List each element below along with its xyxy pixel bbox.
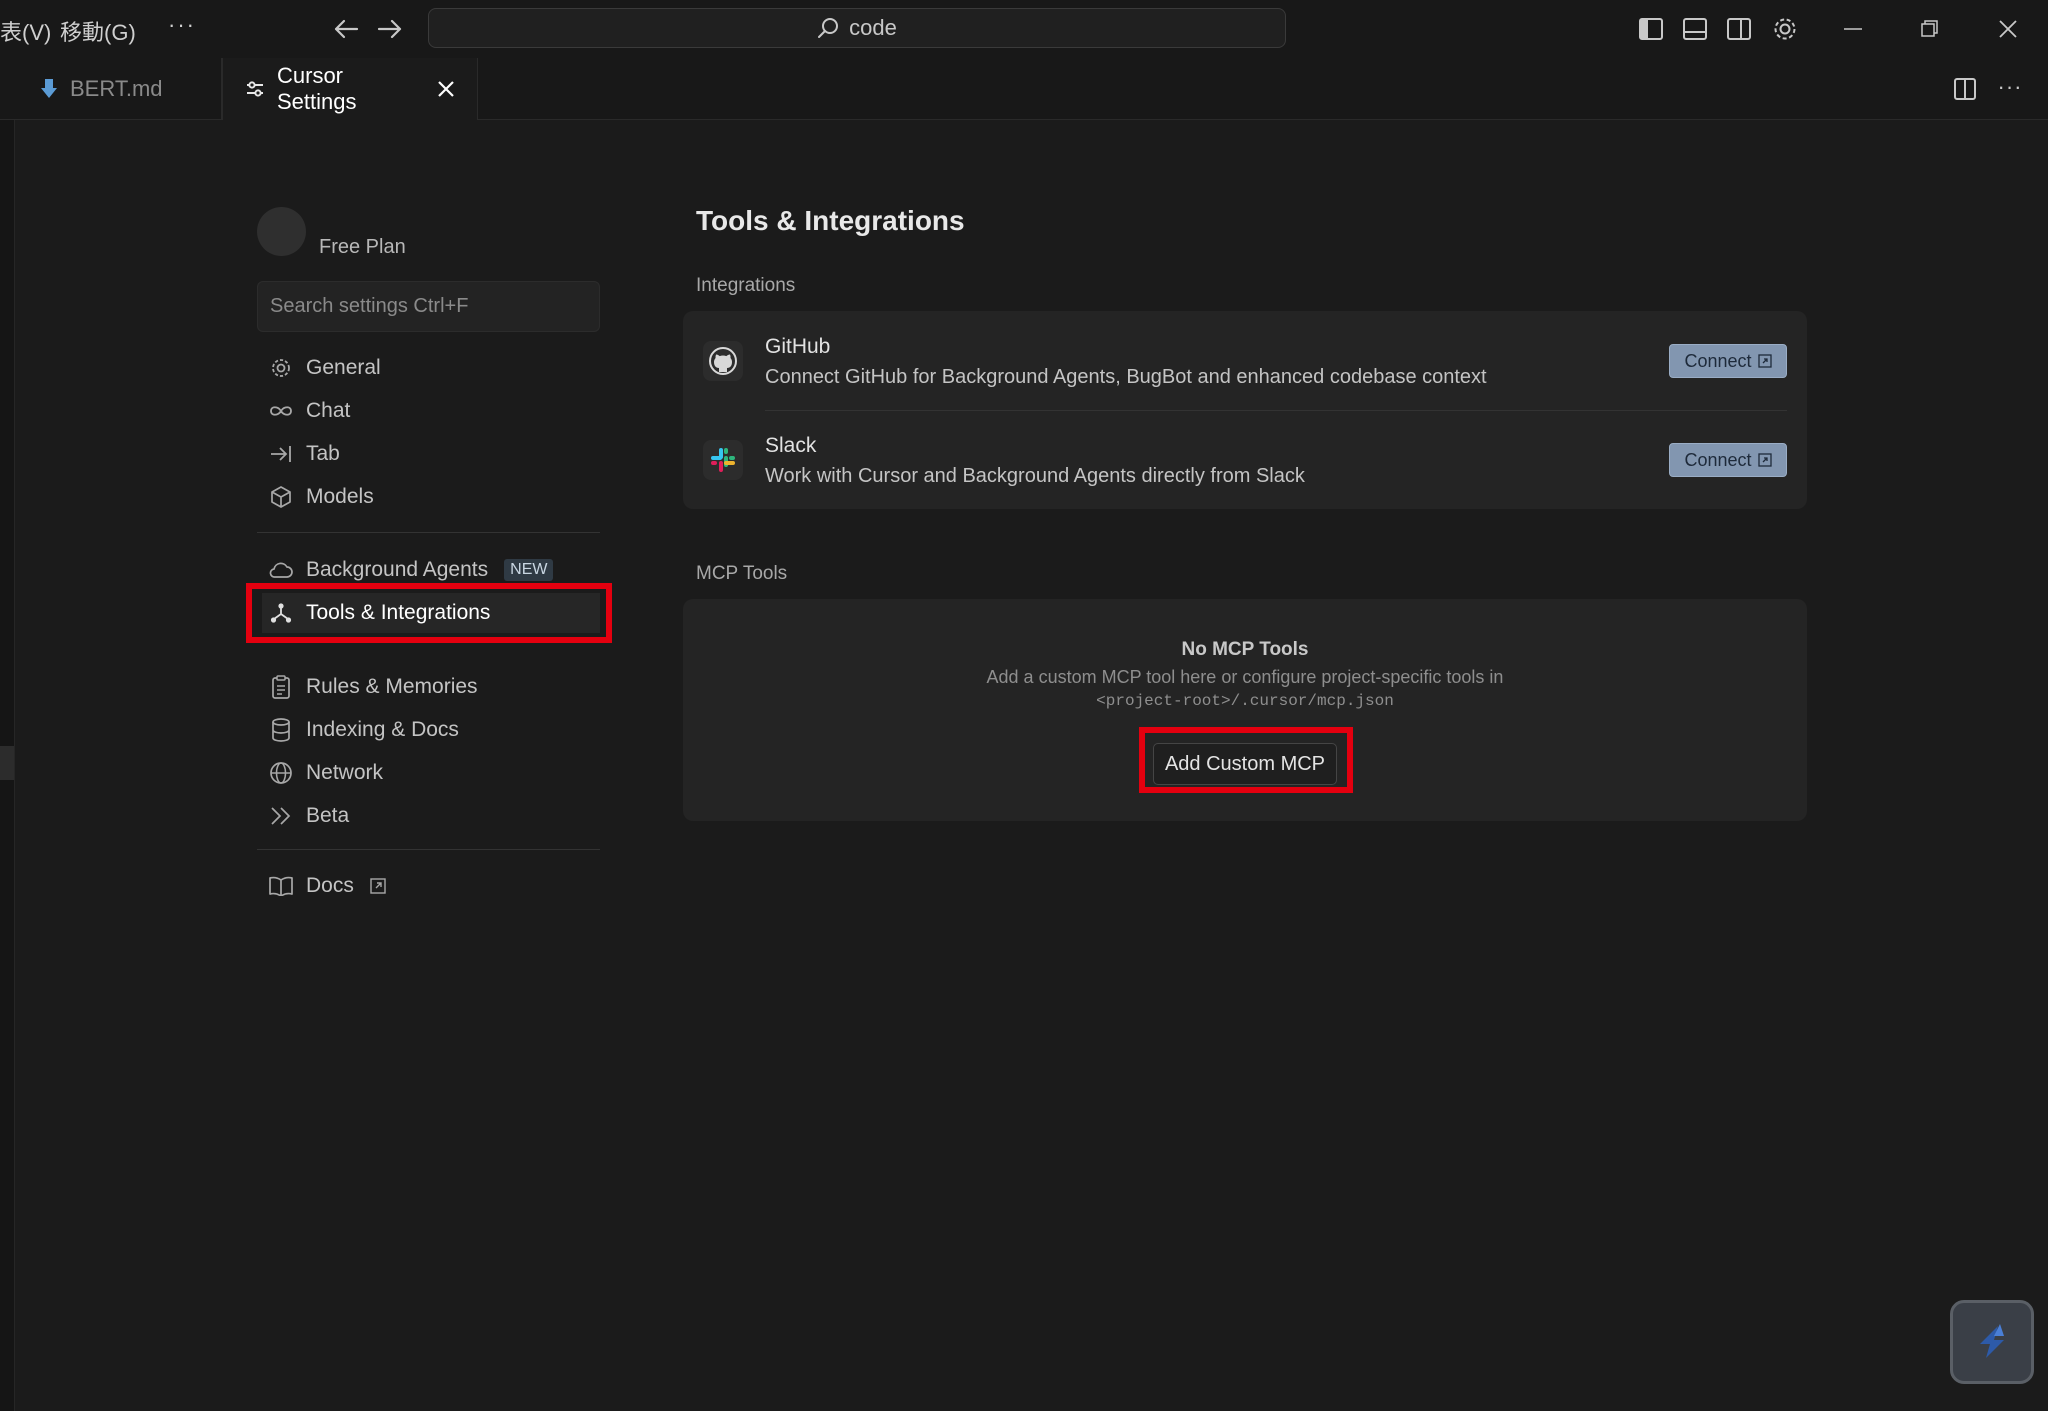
toggle-primary-sidebar-icon[interactable] bbox=[1636, 14, 1666, 44]
connect-label: Connect bbox=[1684, 350, 1752, 371]
menu-view[interactable]: 表(V) bbox=[0, 15, 51, 47]
title-bar: 表(V) 移動(G) ··· code bbox=[0, 0, 2048, 58]
settings-sliders-icon bbox=[245, 79, 265, 99]
plan-label: Free Plan bbox=[319, 236, 406, 258]
sidebar-item-label: Network bbox=[306, 761, 384, 784]
sidebar-item-label: Chat bbox=[306, 399, 351, 422]
sidebar-item-beta[interactable]: Beta bbox=[262, 796, 600, 836]
sidebar-item-label: Tab bbox=[306, 442, 340, 465]
sidebar-item-label: Beta bbox=[306, 804, 350, 827]
search-text: code bbox=[849, 15, 897, 40]
more-menu-button[interactable]: ··· bbox=[168, 12, 196, 38]
sidebar-item-label: Indexing & Docs bbox=[306, 718, 459, 741]
sidebar-item-models[interactable]: Models bbox=[262, 477, 600, 517]
close-tab-icon[interactable] bbox=[437, 80, 455, 98]
activity-strip-marker bbox=[0, 746, 14, 780]
cube-icon bbox=[268, 484, 294, 510]
sidebar-divider bbox=[257, 532, 600, 533]
page-title: Tools & Integrations bbox=[696, 205, 965, 236]
github-connect-button[interactable]: Connect bbox=[1669, 344, 1787, 378]
connect-label: Connect bbox=[1684, 449, 1752, 470]
tab-label: Cursor Settings bbox=[277, 63, 357, 114]
cloud-icon bbox=[268, 557, 294, 583]
minimize-icon[interactable] bbox=[1838, 14, 1868, 44]
split-editor-icon[interactable] bbox=[1950, 74, 1980, 104]
sidebar-item-tab[interactable]: Tab bbox=[262, 434, 600, 474]
integration-description: Connect GitHub for Background Agents, Bu… bbox=[765, 366, 1487, 388]
settings-search-input[interactable] bbox=[257, 281, 600, 332]
database-icon bbox=[268, 717, 294, 743]
mcp-tools-section-label: MCP Tools bbox=[696, 563, 788, 584]
mcp-empty-title: No MCP Tools bbox=[1181, 639, 1309, 660]
external-link-icon bbox=[1757, 354, 1772, 368]
tab-bert-md[interactable]: BERT.md bbox=[18, 58, 222, 120]
sidebar-item-label: Rules & Memories bbox=[306, 675, 478, 698]
gear-icon bbox=[268, 355, 294, 381]
external-link-icon bbox=[1757, 453, 1772, 467]
close-window-icon[interactable] bbox=[1993, 14, 2023, 44]
sidebar-item-network[interactable]: Network bbox=[262, 753, 600, 793]
toggle-secondary-sidebar-icon[interactable] bbox=[1724, 14, 1754, 44]
globe-icon bbox=[268, 760, 294, 786]
search-icon bbox=[817, 17, 839, 39]
forward-arrow-icon[interactable] bbox=[374, 14, 406, 44]
menu-go[interactable]: 移動(G) bbox=[60, 15, 136, 47]
floating-action-button[interactable] bbox=[1950, 1300, 2034, 1384]
external-link-icon bbox=[370, 878, 386, 894]
sidebar-item-label: General bbox=[306, 356, 381, 379]
book-icon bbox=[268, 873, 294, 899]
slack-connect-button[interactable]: Connect bbox=[1669, 443, 1787, 477]
arrow-right-bar-icon bbox=[268, 441, 294, 467]
restore-icon[interactable] bbox=[1915, 14, 1945, 44]
toggle-panel-icon[interactable] bbox=[1680, 14, 1710, 44]
slack-icon bbox=[703, 440, 743, 480]
markdown-download-icon bbox=[40, 78, 58, 100]
tab-cursor-settings[interactable]: Cursor Settings bbox=[222, 58, 478, 120]
sidebar-item-label: Background Agents bbox=[306, 558, 489, 581]
integrations-card: GitHub Connect GitHub for Background Age… bbox=[683, 311, 1807, 509]
settings-gear-icon[interactable] bbox=[1769, 13, 1801, 45]
new-badge: NEW bbox=[504, 559, 554, 581]
github-icon bbox=[703, 341, 743, 381]
mcp-empty-description: Add a custom MCP tool here or configure … bbox=[986, 667, 1504, 687]
integration-description: Work with Cursor and Background Agents d… bbox=[765, 465, 1305, 487]
back-arrow-icon[interactable] bbox=[330, 14, 362, 44]
clipboard-icon bbox=[268, 674, 294, 700]
avatar[interactable] bbox=[257, 207, 306, 256]
infinity-icon bbox=[268, 398, 294, 424]
integrations-section-label: Integrations bbox=[696, 275, 796, 296]
sidebar-item-rules-memories[interactable]: Rules & Memories bbox=[262, 667, 600, 707]
command-center-search[interactable]: code bbox=[428, 8, 1286, 48]
sidebar-item-general[interactable]: General bbox=[262, 348, 600, 388]
app-logo-icon bbox=[1970, 1320, 2014, 1364]
more-actions-icon[interactable]: ··· bbox=[1993, 72, 2027, 102]
sidebar-item-label: Models bbox=[306, 485, 374, 508]
integration-name: GitHub bbox=[765, 335, 831, 358]
highlight-box-add-mcp bbox=[1139, 727, 1353, 793]
sidebar-divider bbox=[257, 849, 600, 850]
chevrons-right-icon bbox=[268, 803, 294, 829]
highlight-box-sidebar bbox=[246, 583, 612, 643]
mcp-config-path: <project-root>/.cursor/mcp.json bbox=[1096, 692, 1394, 710]
sidebar-item-indexing-docs[interactable]: Indexing & Docs bbox=[262, 710, 600, 750]
integration-slack: Slack Work with Cursor and Background Ag… bbox=[683, 410, 1807, 509]
editor-tab-bar: BERT.md Cursor Settings ··· bbox=[0, 58, 2048, 120]
sidebar-item-docs[interactable]: Docs bbox=[262, 866, 600, 906]
tab-label: BERT.md bbox=[70, 76, 163, 101]
integration-github: GitHub Connect GitHub for Background Age… bbox=[683, 311, 1807, 411]
sidebar-item-chat[interactable]: Chat bbox=[262, 391, 600, 431]
integration-name: Slack bbox=[765, 434, 817, 457]
sidebar-item-label: Docs bbox=[306, 874, 354, 897]
